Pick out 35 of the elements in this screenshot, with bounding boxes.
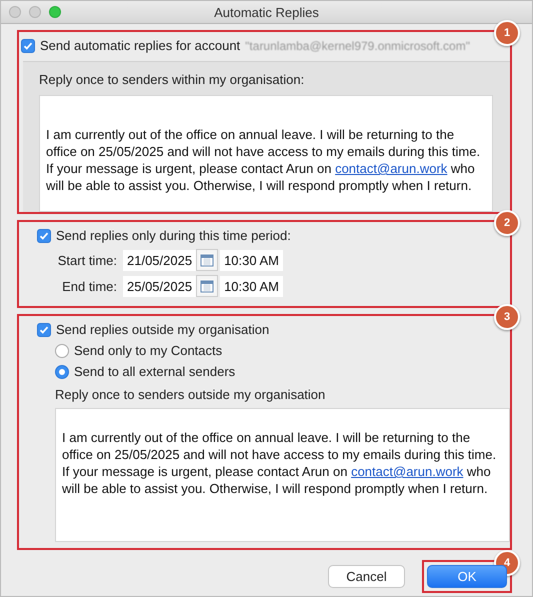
checkbox-label: Send automatic replies for account [40, 38, 240, 53]
time-label: Start time: [56, 252, 118, 268]
window-title: Automatic Replies [214, 4, 319, 20]
time-field[interactable]: 10:30 AM [220, 250, 284, 270]
radio-button[interactable] [55, 344, 69, 358]
time-label: End time: [61, 278, 118, 294]
checkbox-label: Send replies only during this time period: [56, 228, 291, 243]
message-field[interactable] [55, 408, 510, 542]
email-link[interactable]: contact@arun.work [335, 161, 448, 176]
calendar-icon [200, 253, 214, 267]
checkbox[interactable] [37, 228, 51, 242]
calendar-button[interactable] [196, 249, 218, 271]
radio-button[interactable] [55, 364, 69, 378]
date-field[interactable]: 25/05/2025 [123, 276, 196, 296]
account-address: "tarunlamba@kernel979.onmicrosoft.com" [245, 38, 470, 52]
time-field[interactable]: 10:30 AM [220, 276, 284, 296]
calendar-icon [200, 279, 214, 293]
radio-label: Send to all external senders [74, 364, 236, 379]
message-text: I am currently out of the office on annual leave. I will be returning to the office on 25/05/2025 and will not have access to my emails during this time. If your message is urgent, please contact Arun on contact@arun.work who will be able to assist you. Otherwise, I will respond promptly when I return. [46, 126, 482, 194]
checkbox[interactable] [37, 322, 51, 336]
reply-label: Reply once to senders within my organisation: [39, 72, 306, 87]
zoom-window-button[interactable] [49, 6, 61, 18]
radio-label: Send only to my Contacts [74, 343, 222, 358]
date-field[interactable]: 21/05/2025 [123, 250, 196, 270]
message-text: I am currently out of the office on annual leave. I will be returning to the office on 25/05/2025 and will not have access to my emails during this time. If your message is urgent, please contact Arun on contact@arun.work who will be able to assist you. Otherwise, I will respond promptly when I return. [62, 429, 498, 497]
reply-label: Reply once to senders outside my organisation [54, 386, 326, 404]
checkbox[interactable] [21, 38, 35, 52]
step-badge: 1 [494, 20, 520, 46]
cancel-button[interactable]: Cancel [328, 565, 405, 588]
checkbox-label: Send replies outside my organisation [56, 322, 270, 337]
calendar-button[interactable] [196, 275, 218, 297]
step-badge: 3 [494, 304, 520, 330]
step-badge: 2 [494, 210, 520, 236]
email-link[interactable]: contact@arun.work [351, 464, 464, 479]
message-field[interactable] [39, 95, 493, 212]
